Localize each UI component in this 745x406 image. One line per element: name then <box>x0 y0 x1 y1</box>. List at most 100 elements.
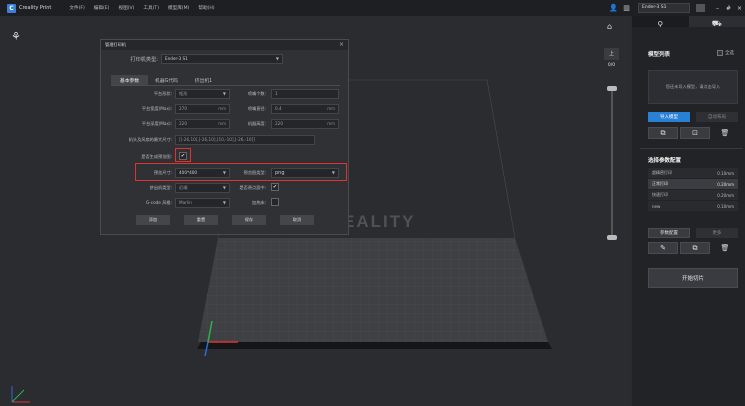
menu-help[interactable]: 帮助(H) <box>198 5 214 11</box>
model-list-title: 模型列表 <box>648 52 671 58</box>
dialog-title-bar[interactable] <box>101 40 348 50</box>
view-up-button[interactable]: 上 <box>604 48 619 60</box>
machine-height-label: 机器高度: <box>247 121 266 126</box>
add-button[interactable]: 添加 <box>136 215 170 225</box>
import-model-button[interactable]: 导入模型 <box>648 112 690 122</box>
start-slice-button[interactable]: 开始切片 <box>648 268 738 288</box>
nozzles-input[interactable]: 1 <box>271 89 339 99</box>
preview-checkbox-highlight <box>175 148 191 162</box>
tab-extruder-1[interactable]: 挤出机1 <box>185 75 222 85</box>
config-row[interactable]: new 0.10mm <box>648 201 738 211</box>
model-list-empty: 您还未导入模型，请点击导入 <box>648 70 738 104</box>
head-size-label: 机头及风扇的最大尺寸: <box>128 137 172 142</box>
app-name: Creality Print <box>19 5 52 11</box>
layer-slider-top-handle[interactable] <box>607 86 617 91</box>
config-row[interactable]: 正常打印 0.20mm <box>648 179 738 189</box>
manage-printer-dialog: 管理打印机 × 打印机类型: Ender-3 S1 ▼ 基本参数 机器G代码 挤出… <box>100 39 349 235</box>
tab-machine-gcode[interactable]: 机器G代码 <box>148 75 185 85</box>
plate-shape-value: 矩形 <box>179 91 188 96</box>
generate-preview-label: 是否生成预览图: <box>141 154 172 159</box>
menu-view[interactable]: 视图(V) <box>118 5 134 11</box>
printer-select[interactable]: Ender-3 S1 <box>638 3 690 13</box>
config-value: 0.10mm <box>717 170 734 176</box>
extruder-type-select[interactable]: 近端 ▼ <box>175 183 230 193</box>
menu-model-library[interactable]: 模型库(M) <box>168 5 189 11</box>
arrange-icon[interactable]: ⊡ <box>680 127 710 139</box>
config-list: 超精密打印 0.10mm 正常打印 0.20mm 快速打印 0.20mm new 0.1… <box>648 168 738 212</box>
printer-icon[interactable]: ▥ <box>620 4 633 12</box>
heated-bed-checkbox[interactable] <box>271 198 279 206</box>
delete-config-icon[interactable]: 🗑 <box>712 242 738 254</box>
config-name: 超精密打印 <box>652 170 672 175</box>
dialog-tabs: 基本参数 机器G代码 挤出机1 <box>111 75 222 85</box>
cancel-button[interactable]: 取消 <box>280 215 314 225</box>
menu-file[interactable]: 文件(F) <box>69 5 84 11</box>
extruder-type-value: 近端 <box>179 185 188 190</box>
config-value: 0.20mm <box>717 181 734 187</box>
unit-label: mm <box>327 106 335 111</box>
edit-config-icon[interactable]: ✎ <box>648 242 678 254</box>
layer-number: 0/0 <box>607 63 616 68</box>
user-icon[interactable]: 👤 <box>607 4 620 12</box>
nozzle-diameter-value: 0.4 <box>275 106 282 111</box>
close-button[interactable]: × <box>734 3 745 13</box>
nozzle-diameter-input[interactable]: 0.4 mm <box>271 104 339 114</box>
plate-width-input[interactable]: 270 mm <box>175 104 230 114</box>
config-value: 0.10mm <box>717 203 734 209</box>
center-origin-label: 是否原点居中: <box>239 185 266 190</box>
dialog-close-icon[interactable]: × <box>339 41 344 48</box>
center-origin-checkbox[interactable]: ✔ <box>271 183 279 191</box>
head-size-input[interactable]: [[-26,10],[-26,10],[10,-10],[-26,-10]] <box>175 135 315 145</box>
select-all-checkbox[interactable]: 全选 <box>717 50 734 56</box>
copy-config-icon[interactable]: ⧉ <box>680 242 710 254</box>
config-title: 选择参数配置 <box>648 158 682 164</box>
gcode-style-value: Marlin <box>179 200 192 205</box>
chevron-down-icon: ▼ <box>222 91 226 96</box>
layer-slider[interactable] <box>611 90 613 238</box>
heated-bed-label: 加热床: <box>252 200 266 205</box>
tab-basic-params[interactable]: 基本参数 <box>111 75 148 85</box>
copy-model-icon[interactable]: ⧉ <box>648 127 678 139</box>
plate-width-value: 270 <box>179 106 187 111</box>
nozzle-diameter-label: 喷嘴直径: <box>247 106 266 111</box>
menu-tools[interactable]: 工具(T) <box>143 5 159 11</box>
nozzles-label: 喷嘴个数: <box>247 91 266 96</box>
unit-label: mm <box>327 121 335 126</box>
more-config-button[interactable]: 更多 <box>696 228 738 238</box>
unit-label: mm <box>218 121 226 126</box>
select-all-box[interactable] <box>717 50 723 56</box>
view-mode-icon[interactable]: ⚘ <box>11 30 27 46</box>
printer-type-select[interactable]: Ender-3 S1 ▼ <box>161 54 283 64</box>
delete-model-icon[interactable]: 🗑 <box>712 127 738 139</box>
config-row[interactable]: 超精密打印 0.10mm <box>648 168 738 178</box>
unit-label: mm <box>218 106 226 111</box>
app-logo-icon: C <box>7 3 16 13</box>
panel-divider <box>640 148 743 149</box>
plate-depth-value: 220 <box>179 121 187 126</box>
select-all-label: 全选 <box>725 51 734 56</box>
auto-layout-button[interactable]: 自动布局 <box>696 112 738 122</box>
printer-type-label: 打印机类型: <box>130 57 158 63</box>
chevron-down-icon: ▼ <box>222 185 226 190</box>
menu-edit[interactable]: 编辑(E) <box>94 5 110 11</box>
brand-watermark: EALITY <box>343 212 416 231</box>
manage-config-button[interactable]: 参数配置 <box>648 228 690 238</box>
title-bar: C Creality Print 文件(F) 编辑(E) 视图(V) 工具(T)… <box>0 0 745 16</box>
printer-type-value: Ender-3 S1 <box>165 56 188 61</box>
plate-shape-select[interactable]: 矩形 ▼ <box>175 89 230 99</box>
tab-divider <box>111 85 340 86</box>
plate-depth-label: 平台深度(Max): <box>141 121 172 126</box>
gcode-style-select[interactable]: Marlin ▼ <box>175 198 230 208</box>
home-icon[interactable]: ⌂ <box>607 22 612 31</box>
minimize-button[interactable]: – <box>712 3 723 13</box>
plate-depth-input[interactable]: 220 mm <box>175 119 230 129</box>
save-button[interactable]: 保存 <box>232 215 266 225</box>
layer-slider-bottom-handle[interactable] <box>607 235 617 240</box>
machine-height-input[interactable]: 220 mm <box>271 119 339 129</box>
maximize-button[interactable]: # <box>723 3 734 13</box>
reset-button[interactable]: 重置 <box>184 215 218 225</box>
preview-row-highlight <box>135 163 347 181</box>
axis-indicator-icon <box>11 386 30 403</box>
config-row[interactable]: 快速打印 0.20mm <box>648 190 738 200</box>
settings-icon[interactable] <box>696 4 705 12</box>
